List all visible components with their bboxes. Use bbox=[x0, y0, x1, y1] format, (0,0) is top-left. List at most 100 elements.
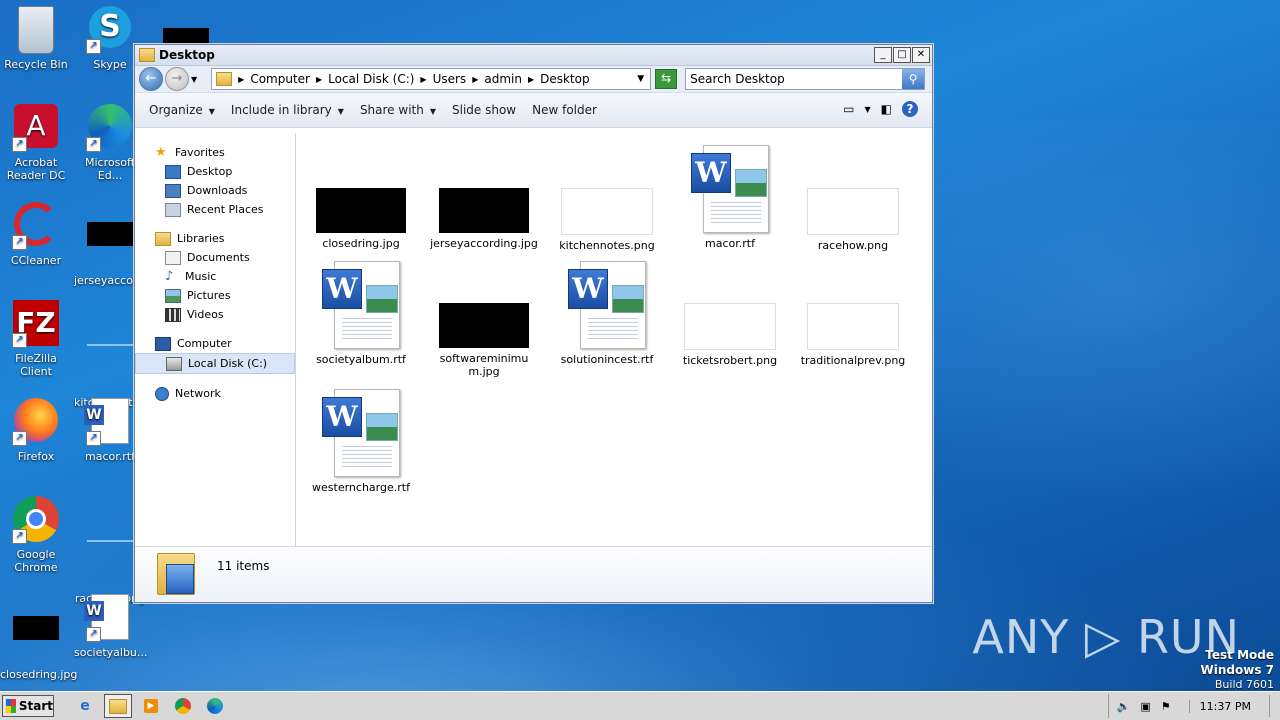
include-in-library-button[interactable]: Include in library ▼ bbox=[223, 103, 352, 117]
media-player-icon[interactable]: ▶ bbox=[138, 695, 164, 717]
file-name: solutionincest.rtf bbox=[560, 353, 654, 366]
chevron-down-icon[interactable]: ▼ bbox=[865, 105, 871, 114]
slide-show-button[interactable]: Slide show bbox=[444, 103, 524, 117]
taskbar: Start e ▶ 🔈 ▣ ⚑ 11:37 PM bbox=[0, 691, 1280, 720]
breadcrumb-arrow-icon[interactable]: ▶ bbox=[420, 75, 426, 84]
documents-icon bbox=[165, 250, 181, 265]
maximize-button[interactable]: □ bbox=[893, 47, 911, 63]
search-icon[interactable]: ⚲ bbox=[902, 69, 925, 89]
nav-favorites[interactable]: ★ Favorites bbox=[135, 143, 295, 162]
nav-libraries[interactable]: Libraries bbox=[135, 229, 295, 248]
word-document-icon: W bbox=[691, 145, 769, 233]
image-file-icon bbox=[86, 344, 134, 392]
desktop-icon-societyalbum[interactable]: W ↗ societyalbu... bbox=[74, 594, 148, 659]
nav-music[interactable]: ♪ Music bbox=[135, 267, 295, 286]
breadcrumb-arrow-icon[interactable]: ▶ bbox=[316, 75, 322, 84]
breadcrumb-arrow-icon[interactable]: ▶ bbox=[528, 75, 534, 84]
chrome-icon[interactable] bbox=[170, 695, 196, 717]
edge-icon[interactable] bbox=[202, 695, 228, 717]
breadcrumb-desktop[interactable]: Desktop bbox=[540, 72, 590, 86]
network-icon[interactable]: ▣ bbox=[1140, 700, 1150, 713]
flag-icon[interactable]: ⚑ bbox=[1161, 700, 1171, 713]
nav-label: Recent Places bbox=[187, 203, 264, 216]
desktop-icon bbox=[165, 164, 181, 179]
speaker-icon[interactable]: 🔈 bbox=[1117, 700, 1131, 713]
test-mode-text: Test Mode Windows 7 Build 7601 bbox=[1201, 648, 1274, 692]
desktop-icon-closedring[interactable]: closedring.jpg bbox=[0, 594, 77, 681]
file-item[interactable]: traditionalprev.png bbox=[798, 303, 908, 367]
word-document-icon: W ↗ bbox=[84, 398, 134, 446]
nav-recent-places[interactable]: Recent Places bbox=[135, 200, 295, 219]
nav-desktop[interactable]: Desktop bbox=[135, 162, 295, 181]
desktop-icon-filezilla[interactable]: FZ ↗ FileZilla Client bbox=[0, 300, 72, 378]
new-folder-button[interactable]: New folder bbox=[524, 103, 605, 117]
chevron-down-icon[interactable]: ▼ bbox=[191, 75, 197, 84]
breadcrumb-users[interactable]: Users bbox=[433, 72, 467, 86]
forward-button[interactable]: → bbox=[165, 67, 189, 91]
breadcrumb-local-disk[interactable]: Local Disk (C:) bbox=[328, 72, 414, 86]
desktop-icon-label: Acrobat Reader DC bbox=[6, 156, 66, 182]
organize-button[interactable]: Organize ▼ bbox=[141, 103, 223, 117]
word-document-icon: W bbox=[322, 261, 400, 349]
clock[interactable]: 11:37 PM bbox=[1188, 699, 1259, 713]
nav-label: Network bbox=[175, 387, 221, 400]
desktop-icon-chrome[interactable]: ↗ Google Chrome bbox=[0, 496, 72, 574]
breadcrumb-admin[interactable]: admin bbox=[484, 72, 522, 86]
help-icon[interactable]: ? bbox=[902, 101, 918, 117]
back-button[interactable]: ← bbox=[139, 67, 163, 91]
folder-icon bbox=[109, 698, 127, 714]
refresh-button[interactable]: ⇆ bbox=[655, 69, 678, 89]
nav-computer[interactable]: Computer bbox=[135, 334, 295, 353]
nav-downloads[interactable]: Downloads bbox=[135, 181, 295, 200]
title-bar[interactable]: Desktop _ □ ✕ bbox=[135, 45, 932, 66]
desktop-icon-ccleaner[interactable]: ↗ CCleaner bbox=[0, 202, 72, 267]
file-item[interactable]: W macor.rtf bbox=[675, 145, 785, 250]
desktop-icon-label: closedring.jpg bbox=[0, 668, 78, 681]
desktop-icon-label: societyalbu... bbox=[74, 646, 148, 659]
file-item[interactable]: W societyalbum.rtf bbox=[306, 261, 416, 366]
close-button[interactable]: ✕ bbox=[912, 47, 930, 63]
explorer-taskbar-button[interactable] bbox=[104, 694, 132, 718]
breadcrumb-computer[interactable]: Computer bbox=[250, 72, 310, 86]
show-desktop-button[interactable] bbox=[1269, 695, 1280, 717]
file-name: traditionalprev.png bbox=[800, 354, 906, 367]
file-name: macor.rtf bbox=[705, 237, 755, 250]
file-item[interactable]: kitchennotes.png bbox=[552, 188, 662, 252]
nav-videos[interactable]: Videos bbox=[135, 305, 295, 324]
minimize-button[interactable]: _ bbox=[874, 47, 892, 63]
breadcrumb-arrow-icon[interactable]: ▶ bbox=[238, 75, 244, 84]
search-input[interactable] bbox=[686, 71, 903, 87]
preview-pane-icon[interactable]: ◧ bbox=[881, 102, 892, 116]
file-item[interactable]: jerseyaccording.jpg bbox=[429, 188, 539, 250]
start-label: Start bbox=[18, 699, 53, 713]
internet-explorer-icon[interactable]: e bbox=[72, 695, 98, 717]
desktop-icon-acrobat[interactable]: A ↗ Acrobat Reader DC bbox=[0, 104, 72, 182]
desktop-icon-label: Recycle Bin bbox=[4, 58, 68, 71]
address-bar[interactable]: ▶ Computer ▶ Local Disk (C:) ▶ Users ▶ a… bbox=[211, 68, 652, 90]
image-thumbnail bbox=[316, 188, 406, 233]
file-item[interactable]: softwareminimum.jpg bbox=[429, 303, 539, 378]
file-item[interactable]: racehow.png bbox=[798, 188, 908, 252]
desktop-icon-label: macor.rtf bbox=[85, 450, 135, 463]
nav-pictures[interactable]: Pictures bbox=[135, 286, 295, 305]
breadcrumb-arrow-icon[interactable]: ▶ bbox=[472, 75, 478, 84]
file-name: softwareminimum.jpg bbox=[439, 352, 529, 378]
file-item[interactable]: ticketsrobert.png bbox=[675, 303, 785, 367]
nav-documents[interactable]: Documents bbox=[135, 248, 295, 267]
nav-local-disk[interactable]: Local Disk (C:) bbox=[135, 353, 295, 374]
file-item[interactable]: W westerncharge.rtf bbox=[306, 389, 416, 494]
share-with-button[interactable]: Share with ▼ bbox=[352, 103, 444, 117]
desktop-icon-firefox[interactable]: ↗ Firefox bbox=[0, 398, 72, 463]
address-dropdown-icon[interactable]: ▼ bbox=[637, 74, 644, 84]
file-item[interactable]: W solutionincest.rtf bbox=[552, 261, 662, 366]
file-name: racehow.png bbox=[817, 239, 889, 252]
search-box[interactable]: ⚲ bbox=[685, 68, 926, 90]
nav-network[interactable]: Network bbox=[135, 384, 295, 403]
recycle-bin-icon bbox=[18, 6, 54, 54]
start-button[interactable]: Start bbox=[2, 695, 54, 717]
nav-label: Music bbox=[185, 270, 217, 283]
file-item[interactable]: closedring.jpg bbox=[306, 188, 416, 250]
computer-icon bbox=[155, 336, 171, 351]
view-options-icon[interactable]: ▭ bbox=[843, 102, 854, 116]
desktop-icon-recycle-bin[interactable]: Recycle Bin bbox=[0, 6, 72, 71]
